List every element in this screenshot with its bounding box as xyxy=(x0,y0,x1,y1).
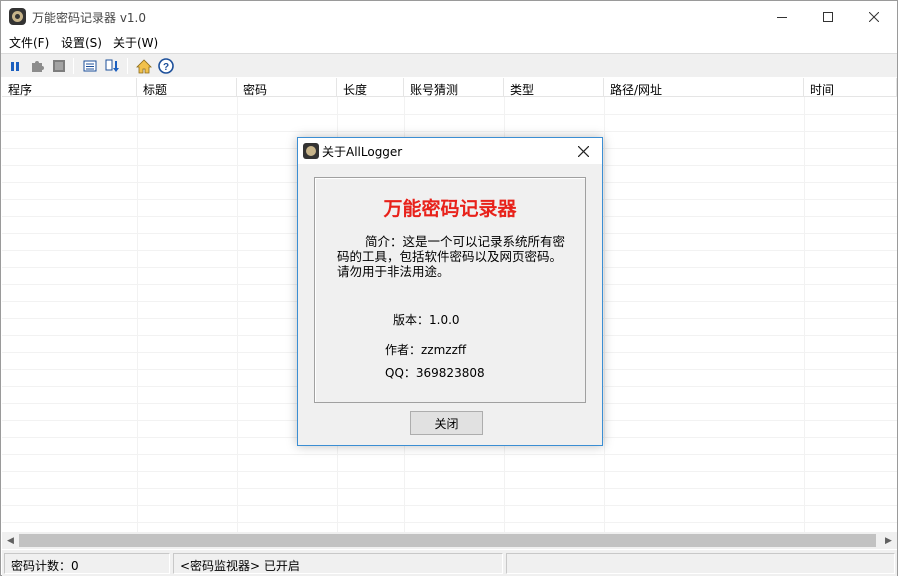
version-label: 版本：1.0.0 xyxy=(393,313,460,327)
column-password[interactable]: 密码 xyxy=(237,78,337,97)
stop-icon xyxy=(53,60,65,72)
about-dialog: 关于AllLogger 万能密码记录器 简介：这是一个可以记录系统所有密码的工具… xyxy=(297,137,603,446)
column-length[interactable]: 长度 xyxy=(337,78,404,97)
author-label: 作者：zzmzzff xyxy=(385,343,467,357)
status-bar: 密码计数：0 <密码监视器> 已开启 xyxy=(2,550,897,576)
menu-bar: 文件(F) 设置(S) 关于(W) xyxy=(1,32,897,53)
status-empty-pane xyxy=(506,553,895,574)
qq-label: QQ：369823808 xyxy=(385,366,485,380)
about-panel: 万能密码记录器 简介：这是一个可以记录系统所有密码的工具，包括软件密码以及网页密… xyxy=(314,177,586,403)
puzzle-icon xyxy=(32,61,44,72)
maximize-icon xyxy=(823,11,833,22)
minimize-icon xyxy=(777,16,787,18)
dialog-title-bar[interactable]: 关于AllLogger xyxy=(298,138,602,164)
plugin-button[interactable] xyxy=(28,57,46,75)
window-title: 万能密码记录器 v1.0 xyxy=(32,11,147,25)
column-title[interactable]: 标题 xyxy=(137,78,237,97)
stop-button[interactable] xyxy=(50,57,68,75)
menu-file[interactable]: 文件(F) xyxy=(9,34,49,51)
dialog-title: 关于AllLogger xyxy=(322,145,403,159)
app-heading: 万能密码记录器 xyxy=(383,198,517,220)
menu-about[interactable]: 关于(W) xyxy=(113,34,158,51)
list-header: 程序 标题 密码 长度 账号猜测 类型 路径/网址 时间 xyxy=(2,78,897,97)
scrollbar-thumb[interactable] xyxy=(19,534,876,547)
list-view-icon xyxy=(83,60,97,72)
column-path[interactable]: 路径/网址 xyxy=(604,78,804,97)
help-icon: ? xyxy=(158,58,174,74)
export-button[interactable] xyxy=(103,57,121,75)
minimize-button[interactable] xyxy=(759,1,805,32)
scroll-left-arrow-icon[interactable]: ◀ xyxy=(2,532,19,549)
title-bar[interactable]: 万能密码记录器 v1.0 xyxy=(1,1,897,32)
home-button[interactable] xyxy=(135,57,153,75)
dialog-close-button[interactable] xyxy=(564,138,602,164)
column-type[interactable]: 类型 xyxy=(504,78,604,97)
app-description: 简介：这是一个可以记录系统所有密码的工具，包括软件密码以及网页密码。请勿用于非法… xyxy=(337,234,566,279)
app-logo-icon xyxy=(9,8,26,25)
monitor-status: <密码监视器> 已开启 xyxy=(173,553,503,574)
column-time[interactable]: 时间 xyxy=(804,78,897,97)
svg-text:?: ? xyxy=(163,62,169,73)
list-view-button[interactable] xyxy=(81,57,99,75)
column-account-guess[interactable]: 账号猜测 xyxy=(404,78,504,97)
pause-icon xyxy=(11,62,19,71)
app-logo-icon xyxy=(303,143,319,159)
download-icon xyxy=(105,59,119,72)
help-button[interactable]: ? xyxy=(157,57,175,75)
close-button[interactable] xyxy=(851,1,897,32)
horizontal-scrollbar[interactable]: ◀ ▶ xyxy=(2,532,897,549)
menu-settings[interactable]: 设置(S) xyxy=(61,34,102,51)
close-icon xyxy=(577,145,589,157)
main-window: 万能密码记录器 v1.0 文件(F) 设置(S) 关于(W) ? 程序 标题 密… xyxy=(0,0,898,576)
password-count: 密码计数：0 xyxy=(4,553,170,574)
column-program[interactable]: 程序 xyxy=(2,78,137,97)
dialog-close-action-button[interactable]: 关闭 xyxy=(410,411,483,435)
pause-button[interactable] xyxy=(6,57,24,75)
toolbar: ? xyxy=(1,53,897,77)
home-icon xyxy=(136,58,152,73)
scroll-right-arrow-icon[interactable]: ▶ xyxy=(880,532,897,549)
close-icon xyxy=(869,11,879,22)
maximize-button[interactable] xyxy=(805,1,851,32)
